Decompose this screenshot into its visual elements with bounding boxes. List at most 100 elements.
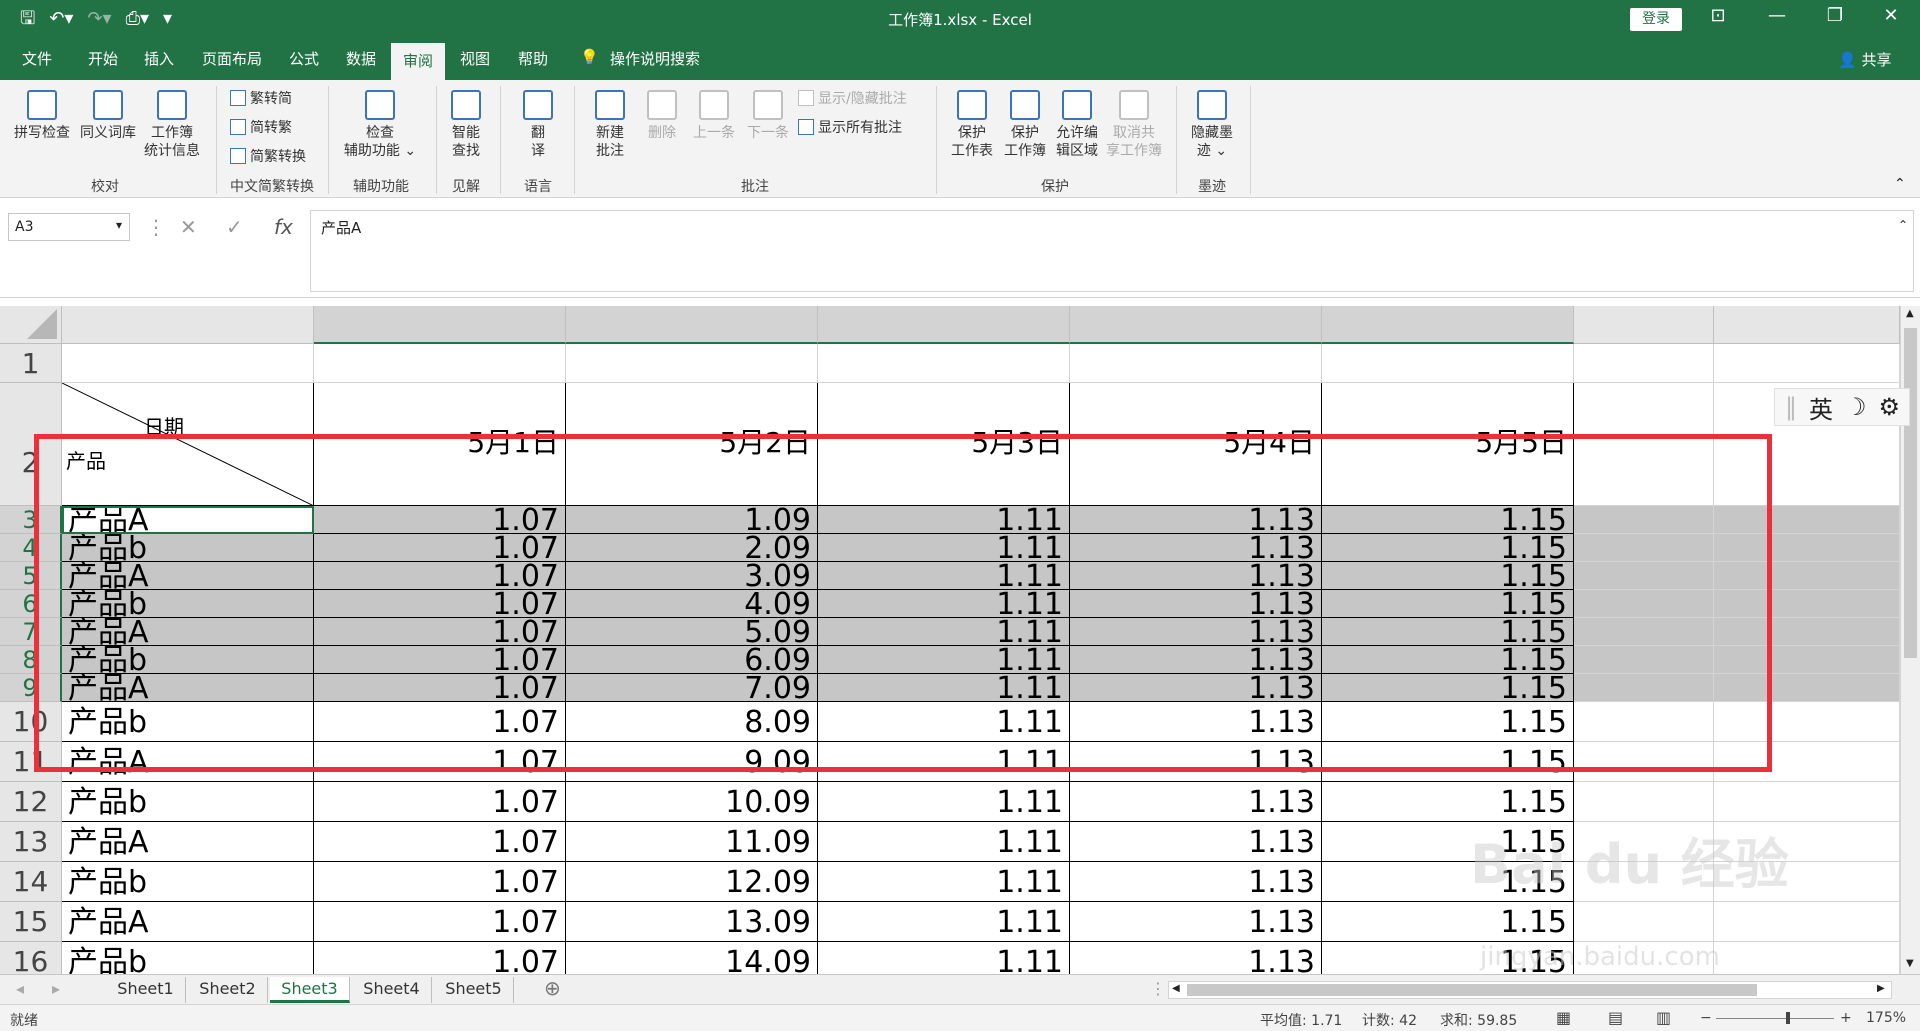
- value-cell[interactable]: 1.11: [818, 862, 1070, 902]
- value-cell[interactable]: 1.07: [314, 562, 566, 590]
- value-cell[interactable]: 1.15: [1322, 942, 1574, 974]
- row-header[interactable]: 2: [0, 383, 62, 506]
- value-cell[interactable]: 9.09: [566, 742, 818, 782]
- product-cell[interactable]: 产品b: [62, 942, 314, 974]
- row-header[interactable]: 4: [0, 534, 62, 562]
- value-cell[interactable]: 1.07: [314, 506, 566, 534]
- product-cell[interactable]: 产品b: [62, 646, 314, 674]
- protect-workbook-button[interactable]: 保护 工作簿: [1000, 90, 1050, 160]
- close-icon[interactable]: ✕: [1876, 5, 1906, 26]
- cell[interactable]: [1574, 822, 1714, 862]
- column-header-b[interactable]: [314, 306, 566, 344]
- select-all-corner[interactable]: [0, 306, 62, 344]
- product-cell[interactable]: 产品A: [62, 674, 314, 702]
- cell[interactable]: [1714, 902, 1900, 942]
- tab-insert[interactable]: 插入: [144, 48, 174, 69]
- gear-icon[interactable]: ⚙: [1879, 393, 1901, 421]
- next-sheet-icon[interactable]: ▸: [52, 979, 60, 998]
- value-cell[interactable]: 1.07: [314, 534, 566, 562]
- cell[interactable]: [1574, 618, 1714, 646]
- value-cell[interactable]: 1.15: [1322, 822, 1574, 862]
- cell[interactable]: [1714, 590, 1900, 618]
- value-cell[interactable]: 1.07: [314, 702, 566, 742]
- value-cell[interactable]: 1.15: [1322, 646, 1574, 674]
- page-break-view-icon[interactable]: ▥: [1656, 1008, 1671, 1027]
- column-header-h[interactable]: [1714, 306, 1900, 344]
- zoom-out-icon[interactable]: −: [1700, 1010, 1712, 1026]
- sheet-tab-2[interactable]: Sheet2: [188, 977, 268, 1003]
- column-header-e[interactable]: [1070, 306, 1322, 344]
- value-cell[interactable]: 1.13: [1070, 618, 1322, 646]
- date-header-cell[interactable]: 5月5日: [1322, 383, 1574, 506]
- scroll-right-icon[interactable]: ▶: [1877, 983, 1885, 994]
- value-cell[interactable]: 1.07: [314, 942, 566, 974]
- value-cell[interactable]: 1.15: [1322, 902, 1574, 942]
- scroll-up-icon[interactable]: ▲: [1906, 308, 1914, 319]
- row-header[interactable]: 3: [0, 506, 62, 534]
- value-cell[interactable]: 1.13: [1070, 742, 1322, 782]
- allow-edit-ranges-button[interactable]: 允许编 辑区域: [1052, 90, 1102, 160]
- prev-sheet-icon[interactable]: ◂: [16, 979, 24, 998]
- tab-page-layout[interactable]: 页面布局: [202, 48, 262, 69]
- cell[interactable]: [1714, 822, 1900, 862]
- column-header-c[interactable]: [566, 306, 818, 344]
- value-cell[interactable]: 1.13: [1070, 674, 1322, 702]
- product-cell[interactable]: 产品b: [62, 534, 314, 562]
- spreadsheet-grid[interactable]: 1 2 日期 产品 5月1日 5月2日 5月3日 5月4日 5月5日 3 产品A 1.07 1.09 1.…: [0, 306, 1900, 974]
- share-button[interactable]: 👤 共享: [1838, 49, 1891, 70]
- date-header-cell[interactable]: 5月4日: [1070, 383, 1322, 506]
- value-cell[interactable]: 1.15: [1322, 534, 1574, 562]
- product-cell[interactable]: 产品b: [62, 702, 314, 742]
- tab-review[interactable]: 审阅: [391, 43, 445, 80]
- login-button[interactable]: 登录: [1630, 8, 1682, 31]
- cell[interactable]: [1574, 344, 1714, 383]
- row-header[interactable]: 5: [0, 562, 62, 590]
- row-header[interactable]: 1: [0, 344, 62, 383]
- value-cell[interactable]: 1.15: [1322, 590, 1574, 618]
- value-cell[interactable]: 12.09: [566, 862, 818, 902]
- smart-lookup-button[interactable]: 智能 查找: [444, 90, 488, 160]
- name-box[interactable]: A3: [8, 213, 130, 241]
- unshare-workbook-button[interactable]: 取消共 享工作簿: [1102, 90, 1166, 160]
- ribbon-display-icon[interactable]: ⊡: [1703, 5, 1733, 26]
- tab-view[interactable]: 视图: [460, 48, 490, 69]
- value-cell[interactable]: 1.13: [1070, 942, 1322, 974]
- trad-to-simp-button[interactable]: 繁转简: [230, 88, 292, 108]
- cell[interactable]: [1714, 674, 1900, 702]
- value-cell[interactable]: 3.09: [566, 562, 818, 590]
- product-cell[interactable]: 产品A: [62, 506, 314, 534]
- cell[interactable]: [1574, 942, 1714, 974]
- show-hide-comment-button[interactable]: 显示/隐藏批注: [798, 88, 907, 108]
- value-cell[interactable]: 1.15: [1322, 618, 1574, 646]
- sheet-tab-4[interactable]: Sheet4: [352, 977, 432, 1003]
- value-cell[interactable]: 1.11: [818, 618, 1070, 646]
- row-header[interactable]: 11: [0, 742, 62, 782]
- value-cell[interactable]: 1.11: [818, 782, 1070, 822]
- row-header[interactable]: 16: [0, 942, 62, 974]
- value-cell[interactable]: 8.09: [566, 702, 818, 742]
- horizontal-scroll-thumb[interactable]: [1187, 984, 1757, 996]
- date-header-cell[interactable]: 5月2日: [566, 383, 818, 506]
- product-cell[interactable]: 产品A: [62, 618, 314, 646]
- spelling-button[interactable]: 拼写检查: [10, 90, 74, 142]
- scroll-down-icon[interactable]: ▼: [1906, 958, 1914, 969]
- cell[interactable]: [62, 344, 314, 383]
- cell[interactable]: [1574, 646, 1714, 674]
- date-header-cell[interactable]: 5月3日: [818, 383, 1070, 506]
- value-cell[interactable]: 1.13: [1070, 822, 1322, 862]
- enter-icon[interactable]: ✓: [226, 215, 243, 239]
- value-cell[interactable]: 4.09: [566, 590, 818, 618]
- vertical-scroll-thumb[interactable]: [1904, 328, 1917, 658]
- row-header[interactable]: 7: [0, 618, 62, 646]
- column-header-d[interactable]: [818, 306, 1070, 344]
- cell[interactable]: [1574, 534, 1714, 562]
- scroll-left-icon[interactable]: ◀: [1172, 983, 1180, 994]
- cell[interactable]: [1574, 383, 1714, 506]
- value-cell[interactable]: 1.15: [1322, 506, 1574, 534]
- date-header-cell[interactable]: 5月1日: [314, 383, 566, 506]
- row-header[interactable]: 9: [0, 674, 62, 702]
- cell[interactable]: [818, 344, 1070, 383]
- restore-icon[interactable]: ❐: [1820, 5, 1850, 26]
- value-cell[interactable]: 1.11: [818, 942, 1070, 974]
- value-cell[interactable]: 1.11: [818, 562, 1070, 590]
